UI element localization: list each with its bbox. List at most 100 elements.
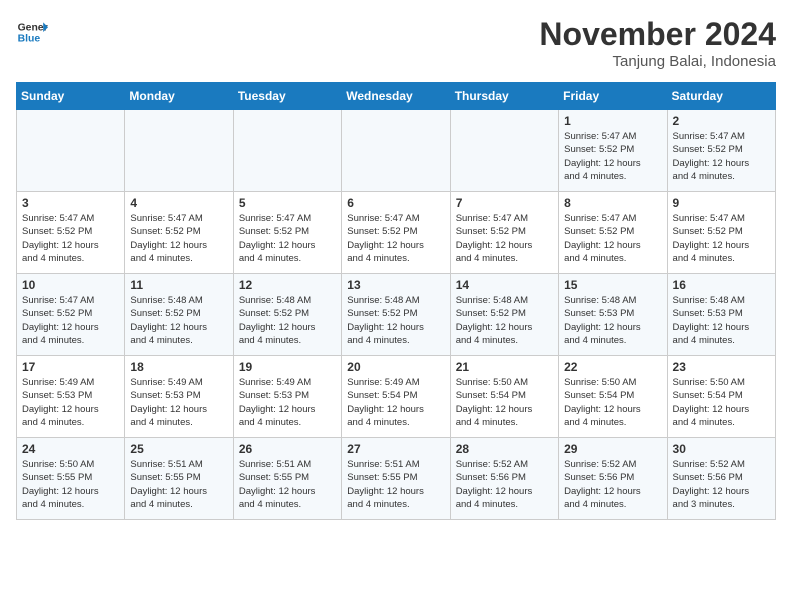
day-number: 25 <box>130 442 227 456</box>
day-info: Sunrise: 5:49 AM Sunset: 5:53 PM Dayligh… <box>22 376 119 429</box>
day-number: 11 <box>130 278 227 292</box>
day-number: 15 <box>564 278 661 292</box>
day-number: 1 <box>564 114 661 128</box>
calendar-cell: 28Sunrise: 5:52 AM Sunset: 5:56 PM Dayli… <box>450 438 558 520</box>
calendar-cell: 15 Sunrise: 5:48 AM Sunset: 5:53 PM Dayli… <box>559 274 667 356</box>
day-number: 14 <box>456 278 553 292</box>
day-info: Sunrise: 5:47 AM Sunset: 5:52 PM Dayligh… <box>22 212 119 265</box>
calendar-week-1: 1 Sunrise: 5:47 AM Sunset: 5:52 PM Daylig… <box>17 110 776 192</box>
day-number: 13 <box>347 278 444 292</box>
day-info: Sunrise: 5:48 AM Sunset: 5:52 PM Dayligh… <box>456 294 553 347</box>
calendar-cell: 17 Sunrise: 5:49 AM Sunset: 5:53 PM Dayli… <box>17 356 125 438</box>
weekday-header-friday: Friday <box>559 83 667 110</box>
calendar-cell <box>450 110 558 192</box>
weekday-header-wednesday: Wednesday <box>342 83 450 110</box>
day-number: 17 <box>22 360 119 374</box>
day-info: Sunrise: 5:47 AM Sunset: 5:52 PM Dayligh… <box>456 212 553 265</box>
calendar-cell: 19Sunrise: 5:49 AM Sunset: 5:53 PM Dayli… <box>233 356 341 438</box>
day-info: Sunrise: 5:50 AM Sunset: 5:54 PM Dayligh… <box>673 376 770 429</box>
day-info: Sunrise: 5:47 AM Sunset: 5:52 PM Dayligh… <box>22 294 119 347</box>
calendar-week-2: 3 Sunrise: 5:47 AM Sunset: 5:52 PM Daylig… <box>17 192 776 274</box>
day-number: 27 <box>347 442 444 456</box>
day-info: Sunrise: 5:47 AM Sunset: 5:52 PM Dayligh… <box>130 212 227 265</box>
calendar-cell: 2 Sunrise: 5:47 AM Sunset: 5:52 PM Daylig… <box>667 110 775 192</box>
calendar-week-5: 24Sunrise: 5:50 AM Sunset: 5:55 PM Dayli… <box>17 438 776 520</box>
day-info: Sunrise: 5:52 AM Sunset: 5:56 PM Dayligh… <box>456 458 553 511</box>
day-info: Sunrise: 5:48 AM Sunset: 5:52 PM Dayligh… <box>239 294 336 347</box>
day-number: 2 <box>673 114 770 128</box>
day-info: Sunrise: 5:50 AM Sunset: 5:54 PM Dayligh… <box>564 376 661 429</box>
calendar-cell: 25 Sunrise: 5:51 AM Sunset: 5:55 PM Dayli… <box>125 438 233 520</box>
calendar-cell: 29 Sunrise: 5:52 AM Sunset: 5:56 PM Dayli… <box>559 438 667 520</box>
day-info: Sunrise: 5:48 AM Sunset: 5:53 PM Dayligh… <box>564 294 661 347</box>
day-number: 18 <box>130 360 227 374</box>
day-info: Sunrise: 5:48 AM Sunset: 5:53 PM Dayligh… <box>673 294 770 347</box>
calendar-cell: 3 Sunrise: 5:47 AM Sunset: 5:52 PM Daylig… <box>17 192 125 274</box>
weekday-header-saturday: Saturday <box>667 83 775 110</box>
calendar-cell: 11 Sunrise: 5:48 AM Sunset: 5:52 PM Dayli… <box>125 274 233 356</box>
calendar-cell: 7 Sunrise: 5:47 AM Sunset: 5:52 PM Daylig… <box>450 192 558 274</box>
logo: General Blue <box>16 16 48 48</box>
calendar-cell: 27 Sunrise: 5:51 AM Sunset: 5:55 PM Dayli… <box>342 438 450 520</box>
calendar-cell: 6Sunrise: 5:47 AM Sunset: 5:52 PM Daylig… <box>342 192 450 274</box>
calendar-cell: 10 Sunrise: 5:47 AM Sunset: 5:52 PM Dayli… <box>17 274 125 356</box>
day-number: 10 <box>22 278 119 292</box>
day-info: Sunrise: 5:47 AM Sunset: 5:52 PM Dayligh… <box>564 130 661 183</box>
day-number: 8 <box>564 196 661 210</box>
calendar-cell: 23 Sunrise: 5:50 AM Sunset: 5:54 PM Dayli… <box>667 356 775 438</box>
day-info: Sunrise: 5:52 AM Sunset: 5:56 PM Dayligh… <box>673 458 770 511</box>
calendar-cell: 13Sunrise: 5:48 AM Sunset: 5:52 PM Dayli… <box>342 274 450 356</box>
day-info: Sunrise: 5:51 AM Sunset: 5:55 PM Dayligh… <box>347 458 444 511</box>
day-number: 3 <box>22 196 119 210</box>
day-number: 22 <box>564 360 661 374</box>
calendar-cell: 26 Sunrise: 5:51 AM Sunset: 5:55 PM Dayli… <box>233 438 341 520</box>
calendar-cell: 16 Sunrise: 5:48 AM Sunset: 5:53 PM Dayli… <box>667 274 775 356</box>
day-number: 12 <box>239 278 336 292</box>
calendar-cell: 18Sunrise: 5:49 AM Sunset: 5:53 PM Dayli… <box>125 356 233 438</box>
day-info: Sunrise: 5:47 AM Sunset: 5:52 PM Dayligh… <box>239 212 336 265</box>
svg-text:Blue: Blue <box>18 34 41 45</box>
calendar-cell: 1 Sunrise: 5:47 AM Sunset: 5:52 PM Daylig… <box>559 110 667 192</box>
weekday-header-sunday: Sunday <box>17 83 125 110</box>
calendar-week-4: 17 Sunrise: 5:49 AM Sunset: 5:53 PM Dayli… <box>17 356 776 438</box>
day-number: 7 <box>456 196 553 210</box>
calendar-week-3: 10 Sunrise: 5:47 AM Sunset: 5:52 PM Dayli… <box>17 274 776 356</box>
day-number: 24 <box>22 442 119 456</box>
calendar-header: SundayMondayTuesdayWednesdayThursdayFrid… <box>17 83 776 110</box>
day-number: 20 <box>347 360 444 374</box>
day-number: 16 <box>673 278 770 292</box>
day-number: 4 <box>130 196 227 210</box>
day-number: 30 <box>673 442 770 456</box>
calendar-cell: 20 Sunrise: 5:49 AM Sunset: 5:54 PM Dayli… <box>342 356 450 438</box>
calendar-cell <box>125 110 233 192</box>
day-info: Sunrise: 5:47 AM Sunset: 5:52 PM Dayligh… <box>673 130 770 183</box>
calendar-cell <box>233 110 341 192</box>
calendar-cell: 8Sunrise: 5:47 AM Sunset: 5:52 PM Daylig… <box>559 192 667 274</box>
weekday-header-tuesday: Tuesday <box>233 83 341 110</box>
calendar-cell: 22 Sunrise: 5:50 AM Sunset: 5:54 PM Dayli… <box>559 356 667 438</box>
calendar-cell: 30 Sunrise: 5:52 AM Sunset: 5:56 PM Dayli… <box>667 438 775 520</box>
calendar-cell <box>342 110 450 192</box>
day-info: Sunrise: 5:52 AM Sunset: 5:56 PM Dayligh… <box>564 458 661 511</box>
day-info: Sunrise: 5:49 AM Sunset: 5:53 PM Dayligh… <box>239 376 336 429</box>
day-info: Sunrise: 5:48 AM Sunset: 5:52 PM Dayligh… <box>130 294 227 347</box>
calendar-cell: 4 Sunrise: 5:47 AM Sunset: 5:52 PM Daylig… <box>125 192 233 274</box>
day-info: Sunrise: 5:47 AM Sunset: 5:52 PM Dayligh… <box>673 212 770 265</box>
calendar-table: SundayMondayTuesdayWednesdayThursdayFrid… <box>16 82 776 520</box>
day-info: Sunrise: 5:51 AM Sunset: 5:55 PM Dayligh… <box>130 458 227 511</box>
calendar-cell <box>17 110 125 192</box>
day-number: 26 <box>239 442 336 456</box>
calendar-cell: 9 Sunrise: 5:47 AM Sunset: 5:52 PM Daylig… <box>667 192 775 274</box>
day-info: Sunrise: 5:49 AM Sunset: 5:54 PM Dayligh… <box>347 376 444 429</box>
day-info: Sunrise: 5:51 AM Sunset: 5:55 PM Dayligh… <box>239 458 336 511</box>
title-block: November 2024 Tanjung Balai, Indonesia <box>539 16 776 70</box>
logo-icon: General Blue <box>16 16 48 48</box>
day-number: 29 <box>564 442 661 456</box>
page-header: General Blue November 2024 Tanjung Balai… <box>16 16 776 70</box>
day-number: 23 <box>673 360 770 374</box>
weekday-header-thursday: Thursday <box>450 83 558 110</box>
calendar-cell: 12 Sunrise: 5:48 AM Sunset: 5:52 PM Dayli… <box>233 274 341 356</box>
day-info: Sunrise: 5:50 AM Sunset: 5:54 PM Dayligh… <box>456 376 553 429</box>
day-number: 9 <box>673 196 770 210</box>
calendar-cell: 24Sunrise: 5:50 AM Sunset: 5:55 PM Dayli… <box>17 438 125 520</box>
